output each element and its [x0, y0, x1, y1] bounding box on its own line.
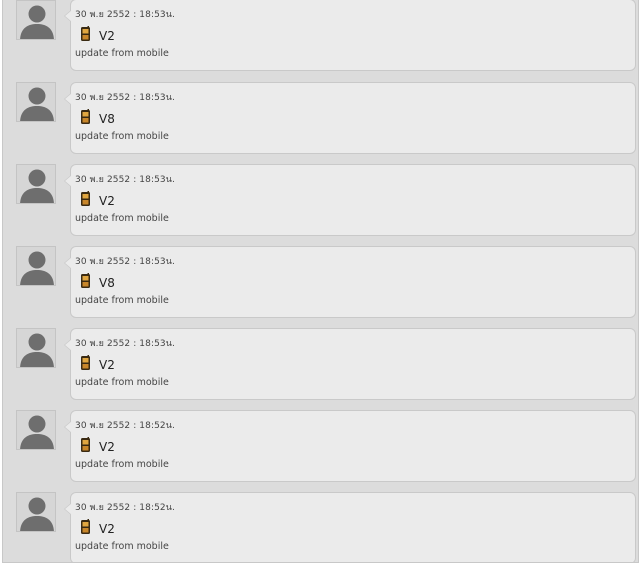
post-timestamp: 30 พ.ย 2552 : 18:53น.	[75, 175, 175, 185]
post-source-label: update from mobile	[75, 541, 169, 552]
post-source-label: update from mobile	[75, 48, 169, 59]
feed-post: 30 พ.ย 2552 : 18:53น. V2 update from mob…	[3, 328, 638, 410]
default-user-icon	[20, 497, 54, 531]
post-timestamp: 30 พ.ย 2552 : 18:52น.	[75, 503, 175, 513]
avatar[interactable]	[16, 164, 56, 204]
post-bubble: 30 พ.ย 2552 : 18:53น. V2 update from mob…	[64, 328, 636, 400]
avatar[interactable]	[16, 410, 56, 450]
post-source-label: update from mobile	[75, 459, 169, 470]
post-bubble: 30 พ.ย 2552 : 18:52น. V2 update from mob…	[64, 410, 636, 482]
post-timestamp: 30 พ.ย 2552 : 18:52น.	[75, 421, 175, 431]
post-timestamp: 30 พ.ย 2552 : 18:53น.	[75, 93, 175, 103]
post-status-text: V8	[99, 276, 115, 290]
feed-post: 30 พ.ย 2552 : 18:52น. V2 update from mob…	[3, 492, 638, 562]
mobile-phone-icon	[80, 273, 92, 293]
post-status-text: V8	[99, 112, 115, 126]
feed-post: 30 พ.ย 2552 : 18:53น. V2 update from mob…	[3, 164, 638, 246]
default-user-icon	[20, 169, 54, 203]
feed-post: 30 พ.ย 2552 : 18:53น. V2 update from mob…	[3, 0, 638, 82]
post-source-label: update from mobile	[75, 213, 169, 224]
post-bubble: 30 พ.ย 2552 : 18:53น. V8 update from mob…	[64, 82, 636, 154]
mobile-phone-icon	[80, 519, 92, 539]
post-status-text: V2	[99, 522, 115, 536]
avatar[interactable]	[16, 328, 56, 368]
status-feed: 30 พ.ย 2552 : 18:53น. V2 update from mob…	[2, 0, 639, 563]
default-user-icon	[20, 333, 54, 367]
post-bubble: 30 พ.ย 2552 : 18:52น. V2 update from mob…	[64, 492, 636, 562]
post-status-text: V2	[99, 194, 115, 208]
mobile-phone-icon	[80, 109, 92, 129]
post-bubble: 30 พ.ย 2552 : 18:53น. V8 update from mob…	[64, 246, 636, 318]
post-timestamp: 30 พ.ย 2552 : 18:53น.	[75, 257, 175, 267]
post-source-label: update from mobile	[75, 295, 169, 306]
mobile-phone-icon	[80, 191, 92, 211]
post-status-text: V2	[99, 358, 115, 372]
feed-post: 30 พ.ย 2552 : 18:52น. V2 update from mob…	[3, 410, 638, 492]
avatar[interactable]	[16, 492, 56, 532]
mobile-phone-icon	[80, 437, 92, 457]
avatar[interactable]	[16, 0, 56, 40]
post-bubble: 30 พ.ย 2552 : 18:53น. V2 update from mob…	[64, 164, 636, 236]
post-status-text: V2	[99, 29, 115, 43]
post-source-label: update from mobile	[75, 377, 169, 388]
default-user-icon	[20, 415, 54, 449]
default-user-icon	[20, 5, 54, 39]
feed-post: 30 พ.ย 2552 : 18:53น. V8 update from mob…	[3, 82, 638, 164]
post-timestamp: 30 พ.ย 2552 : 18:53น.	[75, 339, 175, 349]
post-bubble: 30 พ.ย 2552 : 18:53น. V2 update from mob…	[64, 0, 636, 71]
mobile-phone-icon	[80, 355, 92, 375]
post-source-label: update from mobile	[75, 131, 169, 142]
feed-post: 30 พ.ย 2552 : 18:53น. V8 update from mob…	[3, 246, 638, 328]
post-timestamp: 30 พ.ย 2552 : 18:53น.	[75, 10, 175, 20]
default-user-icon	[20, 87, 54, 121]
default-user-icon	[20, 251, 54, 285]
mobile-phone-icon	[80, 26, 92, 46]
avatar[interactable]	[16, 246, 56, 286]
post-status-text: V2	[99, 440, 115, 454]
avatar[interactable]	[16, 82, 56, 122]
